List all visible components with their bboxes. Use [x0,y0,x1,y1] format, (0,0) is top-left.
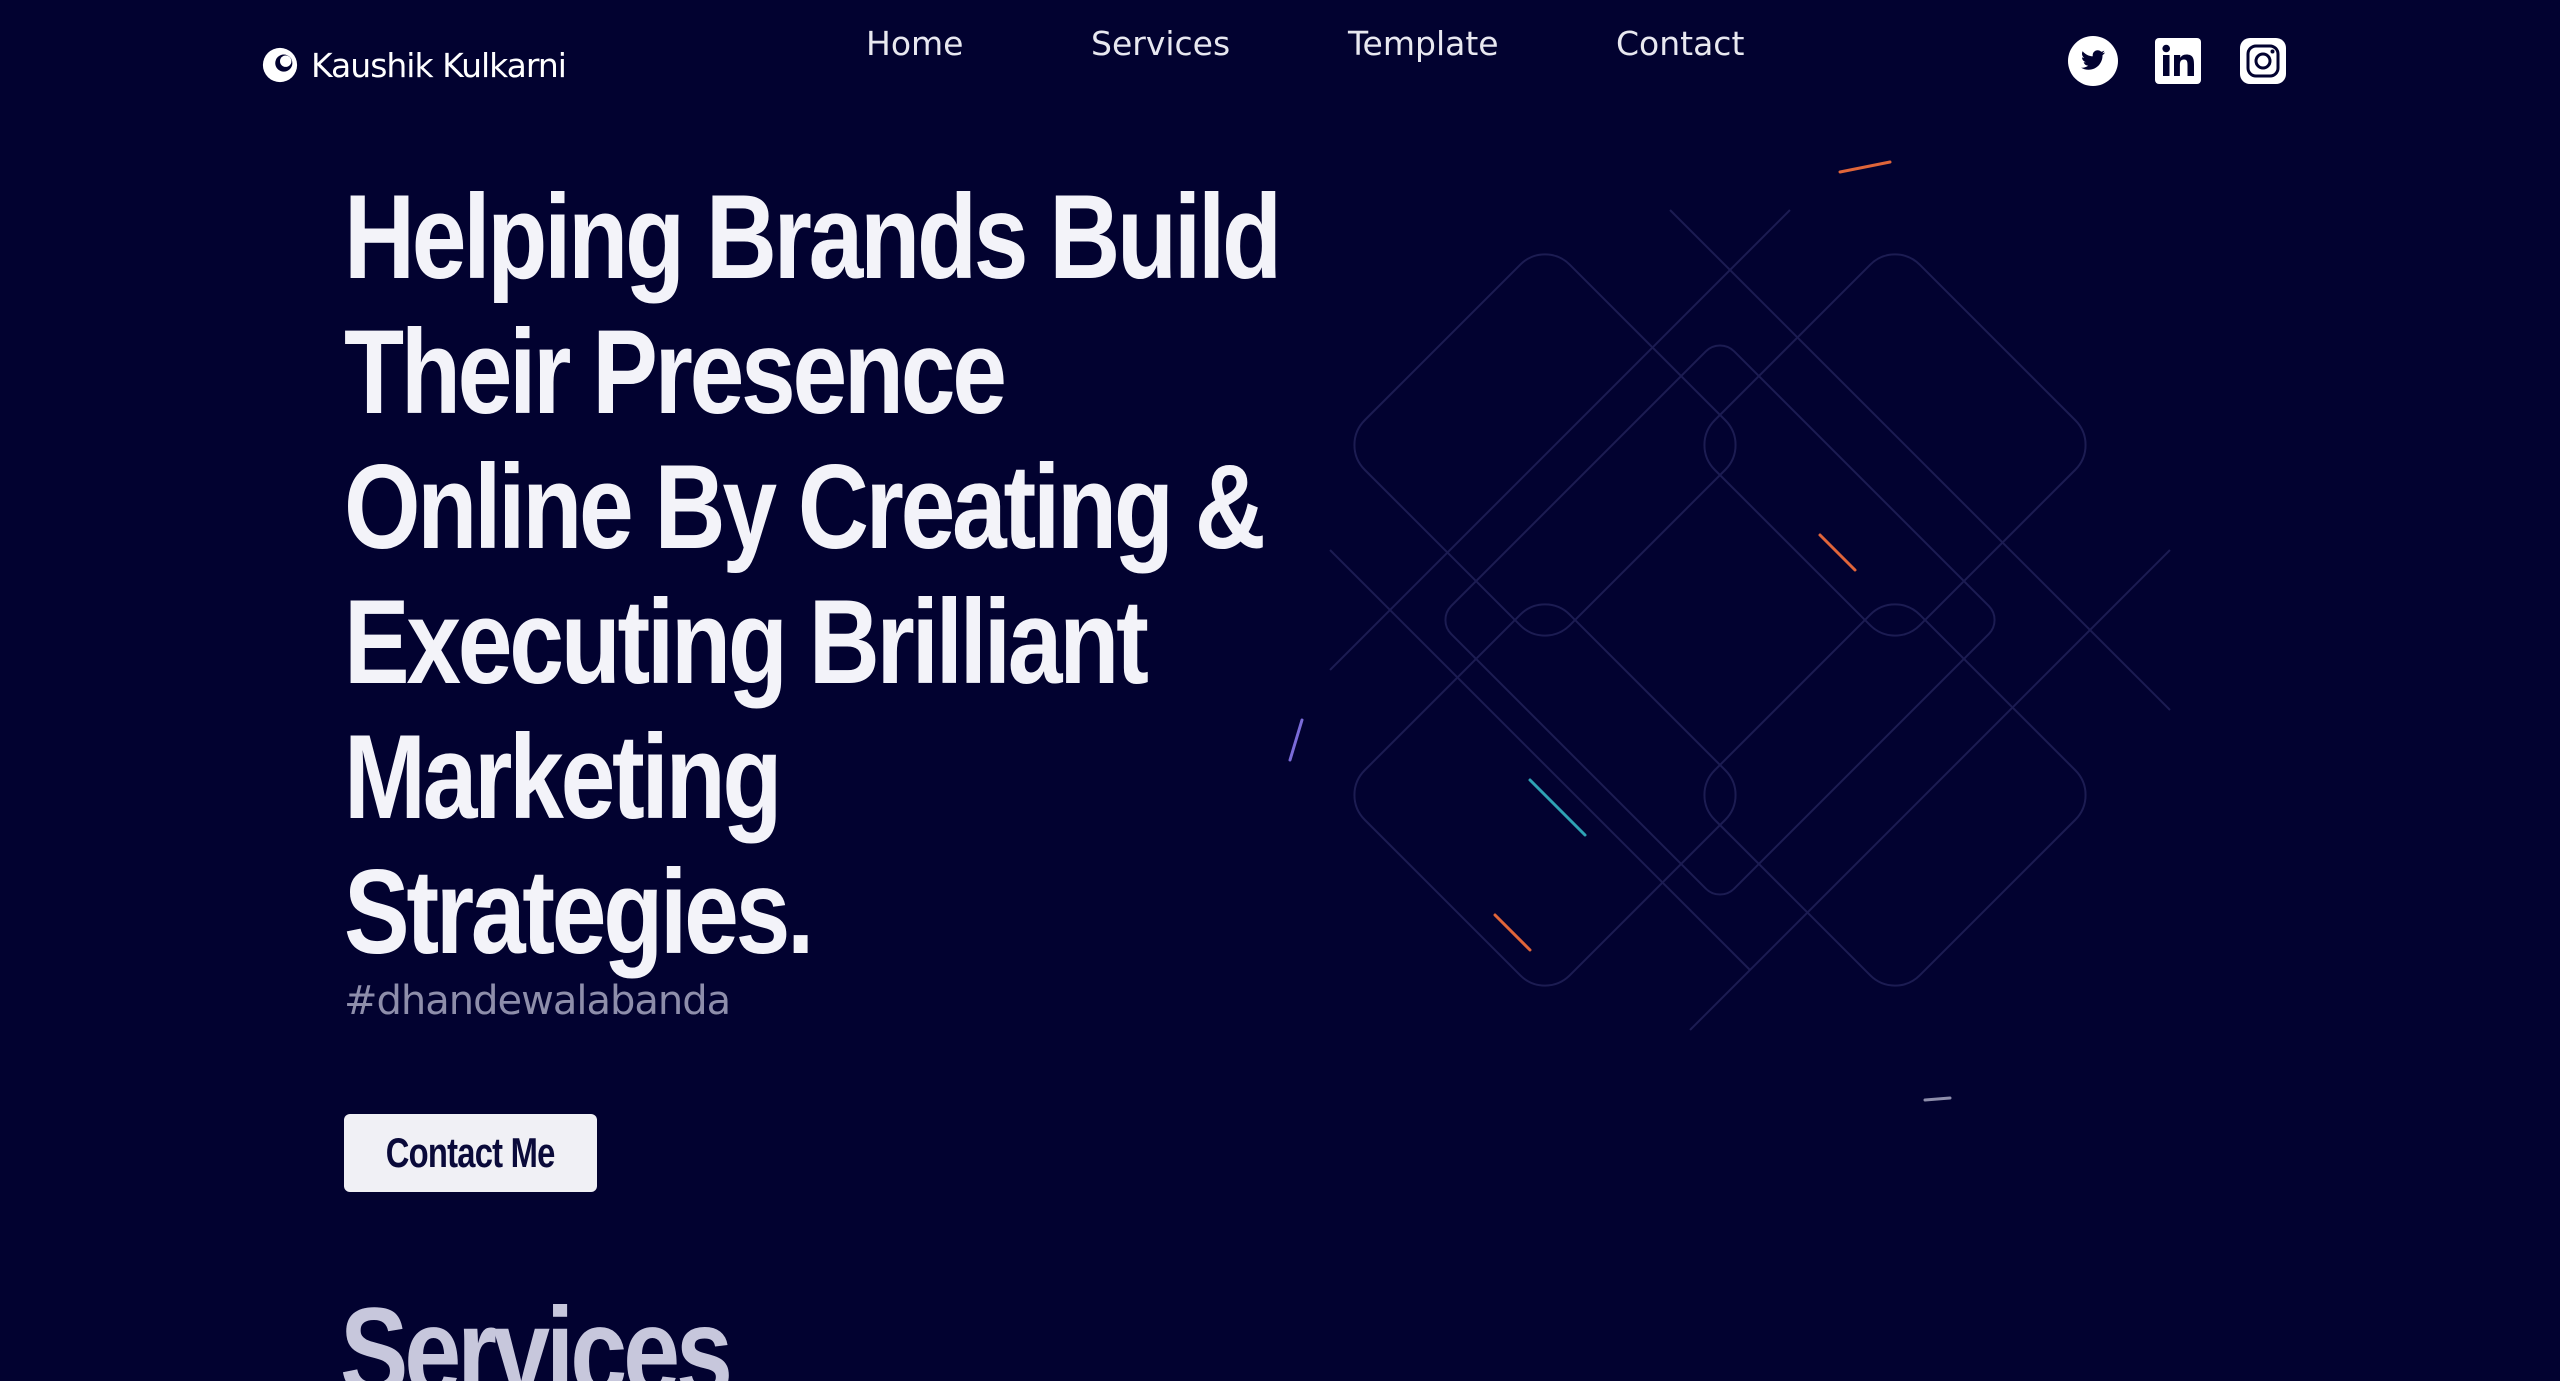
nav-template[interactable]: Template [1348,24,1499,63]
geo-line [1669,209,2171,711]
linkedin-icon [2155,38,2201,84]
twitter-link[interactable] [2068,35,2118,87]
page: Kaushik Kulkarni Home Services Template … [0,0,2560,1381]
twitter-icon [2068,36,2118,86]
geo-spark [1288,718,1304,762]
geo-spark [1923,1096,1952,1102]
geo-line [1329,209,1791,671]
hero-title-line: Helping Brands Build [344,170,1282,304]
nav-services[interactable]: Services [1091,24,1230,63]
geo-spark [1528,778,1587,837]
linkedin-link[interactable] [2153,35,2203,87]
services-section-title: Services [340,1283,733,1381]
hero-title-line: Executing Brilliant [344,575,1149,709]
instagram-link[interactable] [2238,35,2288,87]
geo-square [1353,253,1737,637]
geo-spark [1493,913,1532,952]
nav-home[interactable]: Home [866,24,963,63]
geo-line [1329,549,1751,971]
geo-line [1689,549,2171,1031]
hashtag-text: #dhandewalabanda [344,978,731,1024]
hero-title-line: Strategies. [344,845,814,979]
geo-square [1703,603,2087,987]
hero-title-line: Online By Creating & [344,440,1266,574]
instagram-icon [2240,38,2286,84]
decorative-geometry-graphic [1288,160,2171,1102]
nav-contact[interactable]: Contact [1616,24,1744,63]
geo-square [1444,344,1996,896]
contact-me-label: Contact Me [386,1129,556,1176]
hero-title-line: Marketing [344,710,783,844]
geo-spark [1818,533,1857,572]
geo-square [1703,253,2087,637]
contact-me-button[interactable]: Contact Me [344,1114,597,1192]
hero-title-line: Their Presence [344,305,1007,439]
hero-title: Helping Brands Build Their Presence Onli… [344,170,1282,980]
geo-spark [1838,160,1892,174]
